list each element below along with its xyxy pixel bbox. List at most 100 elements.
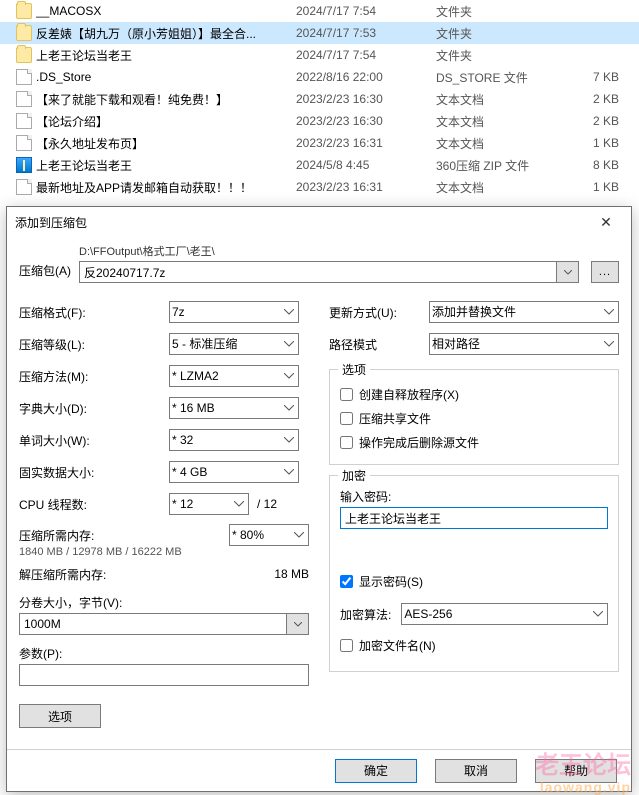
cpu-select[interactable]: * 12 xyxy=(169,493,249,515)
folder-icon xyxy=(16,47,32,63)
file-size: 2 KB xyxy=(571,114,631,128)
archive-dropdown-button[interactable] xyxy=(557,261,579,283)
split-input[interactable] xyxy=(19,613,287,635)
file-name: .DS_Store xyxy=(36,70,296,84)
file-row[interactable]: 【永久地址发布页】2023/2/23 16:31文本文档1 KB xyxy=(0,132,639,154)
update-select[interactable]: 添加并替换文件 xyxy=(429,301,619,323)
file-icon xyxy=(16,69,32,85)
share-checkbox[interactable]: 压缩共享文件 xyxy=(340,406,608,430)
file-date: 2023/2/23 16:31 xyxy=(296,136,436,150)
archive-path-row: 压缩包(A) D:\FFOutput\格式工厂\老王\ ... xyxy=(19,243,619,283)
file-date: 2023/2/23 16:30 xyxy=(296,114,436,128)
file-type: 文件夹 xyxy=(436,3,571,20)
file-list: __MACOSX2024/7/17 7:54文件夹反差婊【胡九万（原小芳姐姐）】… xyxy=(0,0,639,198)
mem-decomp-label: 解压缩所需内存: xyxy=(19,566,249,583)
method-label: 压缩方法(M): xyxy=(19,368,169,385)
archive-dir: D:\FFOutput\格式工厂\老王\ xyxy=(79,243,579,259)
archive-label: 压缩包(A) xyxy=(19,262,79,283)
file-row[interactable]: __MACOSX2024/7/17 7:54文件夹 xyxy=(0,0,639,22)
file-date: 2024/7/17 7:54 xyxy=(296,48,436,62)
add-to-archive-dialog: 添加到压缩包 ✕ 压缩包(A) D:\FFOutput\格式工厂\老王\ ...… xyxy=(6,206,632,792)
file-size: 2 KB xyxy=(571,92,631,106)
encrypt-names-checkbox[interactable]: 加密文件名(N) xyxy=(340,633,608,657)
file-date: 2024/5/8 4:45 xyxy=(296,158,436,172)
file-name: 【永久地址发布页】 xyxy=(36,135,296,152)
file-date: 2022/8/16 22:00 xyxy=(296,70,436,84)
update-label: 更新方式(U): xyxy=(329,304,429,321)
delete-after-checkbox[interactable]: 操作完成后删除源文件 xyxy=(340,430,608,454)
zip-icon xyxy=(16,157,32,173)
file-type: 文本文档 xyxy=(436,113,571,130)
level-select[interactable]: 5 - 标准压缩 xyxy=(169,333,299,355)
params-input[interactable] xyxy=(19,664,309,686)
password-input[interactable] xyxy=(340,507,608,529)
dict-select[interactable]: * 16 MB xyxy=(169,397,299,419)
sfx-checkbox[interactable]: 创建自释放程序(X) xyxy=(340,382,608,406)
file-type: 文件夹 xyxy=(436,47,571,64)
password-label: 输入密码: xyxy=(340,488,608,505)
file-icon xyxy=(16,91,32,107)
file-date: 2023/2/23 16:31 xyxy=(296,180,436,194)
help-button[interactable]: 帮助 xyxy=(535,759,617,783)
file-date: 2023/2/23 16:30 xyxy=(296,92,436,106)
folder-icon xyxy=(16,3,32,19)
file-type: 360压缩 ZIP 文件 xyxy=(436,157,571,174)
split-dropdown-button[interactable] xyxy=(287,613,309,635)
archive-filename-input[interactable] xyxy=(79,261,557,283)
encrypt-names-check-input[interactable] xyxy=(340,639,353,652)
close-icon[interactable]: ✕ xyxy=(583,208,629,236)
file-row[interactable]: 最新地址及APP请发邮箱自动获取！！！2023/2/23 16:31文本文档1 … xyxy=(0,176,639,198)
enc-method-label: 加密算法: xyxy=(340,606,391,623)
file-name: 【来了就能下载和观看！纯免费！】 xyxy=(36,91,296,108)
word-label: 单词大小(W): xyxy=(19,432,169,449)
sfx-check-input[interactable] xyxy=(340,388,353,401)
browse-button[interactable]: ... xyxy=(591,261,619,283)
file-row[interactable]: 【论坛介绍】2023/2/23 16:30文本文档2 KB xyxy=(0,110,639,132)
options-button[interactable]: 选项 xyxy=(19,704,101,728)
file-row[interactable]: .DS_Store2022/8/16 22:00DS_STORE 文件7 KB xyxy=(0,66,639,88)
mem-pct-select[interactable]: * 80% xyxy=(229,524,309,546)
options-group: 选项 创建自释放程序(X) 压缩共享文件 操作完成后删除源文件 xyxy=(329,369,619,465)
options-legend: 选项 xyxy=(338,361,370,378)
file-row[interactable]: 反差婊【胡九万（原小芳姐姐）】最全合...2024/7/17 7:53文件夹 xyxy=(0,22,639,44)
file-name: 反差婊【胡九万（原小芳姐姐）】最全合... xyxy=(36,25,296,42)
file-row[interactable]: 上老王论坛当老王2024/5/8 4:45360压缩 ZIP 文件8 KB xyxy=(0,154,639,176)
file-type: 文本文档 xyxy=(436,179,571,196)
enc-method-select[interactable]: AES-256 xyxy=(401,603,608,625)
dialog-title: 添加到压缩包 xyxy=(15,214,87,231)
file-name: 【论坛介绍】 xyxy=(36,113,296,130)
ok-button[interactable]: 确定 xyxy=(335,759,417,783)
file-row[interactable]: 【来了就能下载和观看！纯免费！】2023/2/23 16:30文本文档2 KB xyxy=(0,88,639,110)
share-check-input[interactable] xyxy=(340,412,353,425)
file-date: 2024/7/17 7:53 xyxy=(296,26,436,40)
file-size: 7 KB xyxy=(571,70,631,84)
file-type: 文件夹 xyxy=(436,25,571,42)
delete-after-check-input[interactable] xyxy=(340,436,353,449)
file-date: 2024/7/17 7:54 xyxy=(296,4,436,18)
file-icon xyxy=(16,179,32,195)
titlebar: 添加到压缩包 ✕ xyxy=(7,207,631,237)
mem-req-label: 压缩所需内存: xyxy=(19,527,229,544)
file-icon xyxy=(16,113,32,129)
show-password-check-input[interactable] xyxy=(340,575,353,588)
cancel-button[interactable]: 取消 xyxy=(435,759,517,783)
file-icon xyxy=(16,135,32,151)
params-label: 参数(P): xyxy=(19,645,309,662)
split-label: 分卷大小，字节(V): xyxy=(19,594,309,611)
pathmode-select[interactable]: 相对路径 xyxy=(429,333,619,355)
format-select[interactable]: 7z xyxy=(169,301,299,323)
mem-decomp-value: 18 MB xyxy=(249,567,309,581)
word-select[interactable]: * 32 xyxy=(169,429,299,451)
file-type: DS_STORE 文件 xyxy=(436,69,571,86)
show-password-checkbox[interactable]: 显示密码(S) xyxy=(340,569,608,593)
file-name: __MACOSX xyxy=(36,4,296,18)
file-row[interactable]: 上老王论坛当老王2024/7/17 7:54文件夹 xyxy=(0,44,639,66)
encrypt-group: 加密 输入密码: 显示密码(S) 加密算法: AES-256 加密文件名(N) xyxy=(329,475,619,672)
file-size: 1 KB xyxy=(571,136,631,150)
pathmode-label: 路径模式 xyxy=(329,336,429,353)
solid-select[interactable]: * 4 GB xyxy=(169,461,299,483)
file-name: 最新地址及APP请发邮箱自动获取！！！ xyxy=(36,179,296,196)
mem-req-values: 1840 MB / 12978 MB / 16222 MB xyxy=(19,546,309,558)
dict-label: 字典大小(D): xyxy=(19,400,169,417)
method-select[interactable]: * LZMA2 xyxy=(169,365,299,387)
